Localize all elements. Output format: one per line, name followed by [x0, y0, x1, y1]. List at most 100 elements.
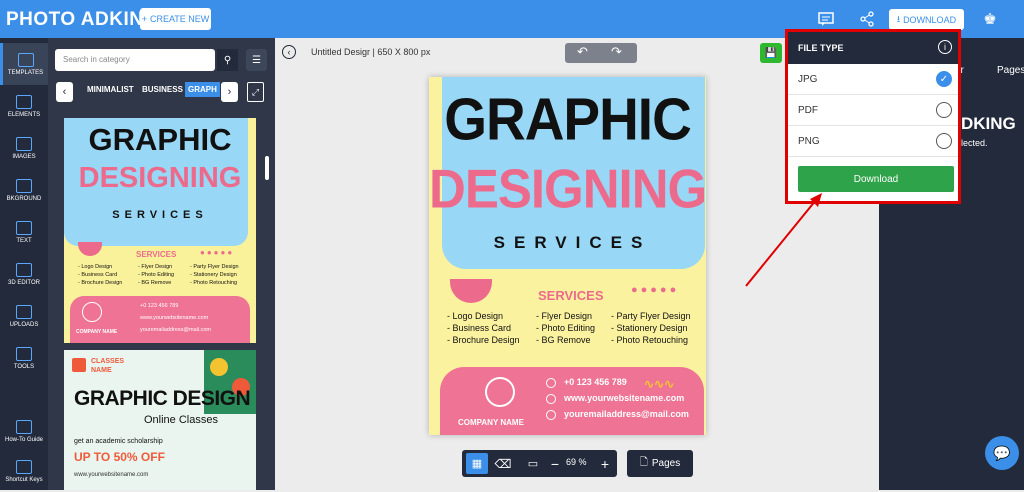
- tab-pages[interactable]: Pages: [997, 65, 1024, 76]
- info-icon[interactable]: i: [938, 40, 952, 54]
- radio-icon[interactable]: [936, 102, 952, 118]
- category-prev-button[interactable]: ‹: [56, 82, 73, 102]
- rail-item-shortcut-keys[interactable]: Shortcut Keys: [0, 450, 48, 492]
- chat-icon[interactable]: 💬: [985, 436, 1019, 470]
- service-item: - Brochure Design: [447, 335, 520, 345]
- company-logo-icon: [82, 302, 102, 322]
- plus-icon: +: [141, 14, 147, 24]
- zoom-out-icon[interactable]: −: [548, 453, 562, 474]
- search-input[interactable]: Search in category: [55, 49, 215, 71]
- poster-footer: COMPANY NAME +0 123 456 789 ∿∿∿ www.your…: [440, 367, 704, 435]
- canvas-toolbar: ▦ ⌫ ▭ − 69 % +: [462, 450, 617, 477]
- template-graphic-designing[interactable]: GRAPHIC DESIGNING SERVICES SERVICES ●●●●…: [64, 118, 256, 343]
- template-title-line1: GRAPHIC: [88, 122, 232, 157]
- service-item: - Logo Design: [447, 311, 504, 321]
- cube-icon: [16, 262, 32, 277]
- classes-badge-icon: [72, 358, 86, 372]
- rail-item-how-to-guide[interactable]: How-To Guide: [0, 410, 48, 452]
- service-item: - Brochure Design: [78, 280, 123, 286]
- service-item: - Business Card: [78, 272, 118, 278]
- file-type-option-pdf[interactable]: PDF: [788, 95, 958, 126]
- radio-icon[interactable]: [936, 133, 952, 149]
- rail-item-text[interactable]: TEXT: [0, 211, 48, 253]
- save-icon[interactable]: 💾: [760, 43, 782, 63]
- poster-email[interactable]: youremailaddress@mail.com: [564, 409, 689, 419]
- category-business[interactable]: BUSINESS: [142, 85, 183, 94]
- chess-king-icon[interactable]: ♚: [980, 9, 1000, 29]
- panel-scrollbar[interactable]: [265, 156, 269, 180]
- toolbox-icon: [16, 346, 32, 361]
- poster-services-title[interactable]: SERVICES: [538, 288, 604, 303]
- template-company-name: COMPANY NAME: [76, 329, 118, 335]
- name-label: NAME: [91, 367, 112, 374]
- keyboard-icon: [16, 459, 32, 474]
- template-services-col1: - Logo Design - Business Card - Brochure…: [78, 263, 122, 287]
- file-type-dialog: FILE TYPE i JPG ✓ PDF PNG Download: [785, 29, 961, 204]
- app-logo: PHOTO ADKING: [6, 9, 159, 30]
- presentation-icon[interactable]: ▭: [522, 453, 544, 474]
- category-minimalist[interactable]: MINIMALIST: [87, 85, 134, 94]
- template-graphic-design-classes[interactable]: CLASSES NAME GRAPHIC DESIGN Online Class…: [64, 350, 256, 490]
- poster-title-line2[interactable]: DESIGNING: [429, 161, 707, 216]
- rail-item-tools[interactable]: TOOLS: [0, 337, 48, 379]
- service-item: - Business Card: [447, 323, 512, 333]
- category-graphic[interactable]: GRAPH: [185, 82, 220, 97]
- grid-icon[interactable]: ▦: [466, 453, 488, 474]
- document-title[interactable]: Untitled Desigr | 650 X 800 px: [311, 47, 430, 57]
- background-icon: [16, 178, 32, 193]
- search-icon[interactable]: ⚲: [217, 49, 238, 71]
- pages-label: Pages: [651, 458, 681, 469]
- annotation-arrow: [745, 193, 822, 287]
- eraser-icon[interactable]: ⌫: [492, 453, 514, 474]
- rail-item-templates[interactable]: TEMPLATES: [0, 43, 48, 85]
- rail-label: UPLOADS: [9, 321, 39, 328]
- feedback-icon[interactable]: [816, 9, 836, 29]
- poster-title-line3[interactable]: SERVICES: [429, 234, 706, 251]
- service-item: - Party Flyer Design: [611, 311, 691, 321]
- list-view-icon[interactable]: ☰: [246, 49, 267, 71]
- option-label: JPG: [798, 74, 818, 85]
- company-logo-icon[interactable]: [485, 377, 515, 407]
- share-icon[interactable]: [857, 9, 877, 29]
- poster-phone[interactable]: +0 123 456 789: [564, 377, 627, 387]
- download-icon: ⭳: [896, 13, 901, 24]
- rail-label: BKGROUND: [6, 195, 42, 202]
- template-services-col3: - Party Flyer Design - Stationery Design…: [190, 263, 239, 287]
- phone-icon: [546, 378, 556, 388]
- poster-services-col2[interactable]: - Flyer Design - Photo Editing - BG Remo…: [536, 310, 595, 346]
- template-title-line2: DESIGNING: [78, 162, 242, 194]
- pages-button[interactable]: 🗋 Pages: [627, 450, 693, 477]
- poster-decor-shape[interactable]: [450, 279, 492, 303]
- option-label: PNG: [798, 136, 820, 147]
- poster-services-col1[interactable]: - Logo Design - Business Card - Brochure…: [447, 310, 520, 346]
- decor-dots: ●●●●●: [200, 248, 235, 257]
- file-type-option-png[interactable]: PNG: [788, 126, 958, 157]
- create-new-label: CREATE NEW: [149, 14, 210, 24]
- file-type-option-jpg[interactable]: JPG ✓: [788, 64, 958, 95]
- poster-title-line1[interactable]: GRAPHIC: [429, 89, 706, 149]
- service-item: - Logo Design: [78, 264, 113, 270]
- undo-icon[interactable]: ↶: [577, 44, 588, 60]
- service-item: - Stationery Design: [611, 323, 688, 333]
- expand-icon[interactable]: ⤢: [247, 82, 264, 102]
- download-button[interactable]: ⭳ DOWNLOAD: [889, 9, 964, 30]
- decor-shape: [78, 242, 102, 256]
- category-next-button[interactable]: ›: [221, 82, 238, 102]
- poster-company-name[interactable]: COMPANY NAME: [458, 418, 524, 427]
- zoom-in-icon[interactable]: +: [598, 453, 612, 474]
- download-confirm-button[interactable]: Download: [798, 166, 954, 192]
- back-icon[interactable]: ‹: [282, 45, 296, 59]
- radio-checked-icon[interactable]: ✓: [936, 71, 952, 87]
- template-website: www.yourwebsitename.com: [140, 315, 209, 321]
- poster-website[interactable]: www.yourwebsitename.com: [564, 393, 684, 403]
- design-poster[interactable]: GRAPHIC DESIGNING SERVICES SERVICES ●●●●…: [429, 77, 707, 435]
- poster-services-col3[interactable]: - Party Flyer Design - Stationery Design…: [611, 310, 691, 346]
- rail-item-background[interactable]: BKGROUND: [0, 169, 48, 211]
- rail-item-elements[interactable]: ELEMENTS: [0, 85, 48, 127]
- redo-icon[interactable]: ↷: [611, 44, 622, 60]
- rail-item-3d-editor[interactable]: 3D EDITOR: [0, 253, 48, 295]
- rail-item-uploads[interactable]: UPLOADS: [0, 295, 48, 337]
- create-new-button[interactable]: + CREATE NEW: [140, 8, 211, 30]
- rail-item-images[interactable]: IMAGES: [0, 127, 48, 169]
- download-label: DOWNLOAD: [903, 14, 957, 25]
